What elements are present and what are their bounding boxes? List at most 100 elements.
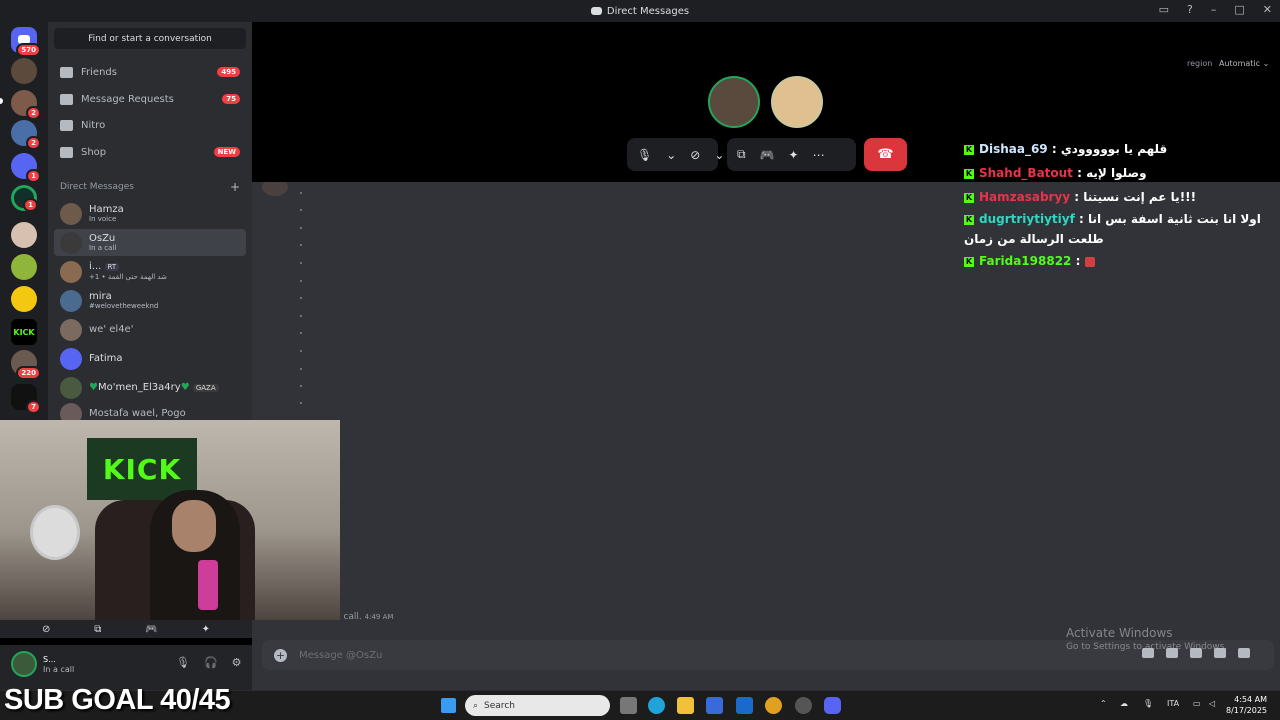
screen-share-icon[interactable]: ⧉ — [737, 147, 746, 162]
server-icon[interactable]: 7 — [11, 384, 41, 414]
server-badge: 2 — [26, 106, 41, 120]
dm-item[interactable]: Mostafa wael, Pogo — [54, 400, 246, 422]
camera-off-icon[interactable]: ⊘ — [690, 148, 700, 162]
screen-share-icon[interactable]: ⧉ — [94, 624, 101, 635]
edge-icon[interactable] — [648, 697, 665, 714]
user-status: In a call — [43, 665, 75, 674]
server-badge: 570 — [16, 43, 41, 57]
dm-header: Direct Messages — [60, 182, 134, 192]
dm-name: Hamza — [89, 203, 124, 215]
nav-nitro[interactable]: Nitro — [54, 113, 246, 137]
chat-user: Shahd_Batout — [979, 166, 1073, 180]
participant-avatar[interactable] — [708, 76, 760, 128]
chrome-icon[interactable] — [765, 697, 782, 714]
webcam-overlay: KICK — [0, 420, 340, 620]
dm-item[interactable]: we' el4e' — [54, 316, 246, 343]
participant-avatar[interactable] — [771, 76, 823, 128]
server-badge: 2 — [26, 136, 41, 150]
dm-status: #welovetheweeknd — [89, 301, 159, 310]
server-icon[interactable]: 220 — [11, 350, 41, 380]
headphones-icon[interactable]: 🎧 — [204, 656, 218, 669]
outlook-icon[interactable] — [736, 697, 753, 714]
dm-name: Fatima — [89, 353, 123, 364]
file-explorer-icon[interactable] — [677, 697, 694, 714]
chat-line: K Shahd_Batout : وصلوا لإيه — [964, 166, 1147, 180]
obs-icon[interactable] — [795, 697, 812, 714]
maximize-button[interactable]: □ — [1234, 3, 1244, 16]
chat-user: Farida198822 — [979, 254, 1072, 268]
dm-item[interactable]: i... RT +1 • شد الهمة حتى القمة — [54, 258, 246, 285]
discord-icon — [590, 7, 602, 15]
inbox-icon[interactable]: ▭ — [1159, 3, 1169, 16]
soundboard-icon[interactable]: ✦ — [202, 624, 210, 635]
close-button[interactable]: ✕ — [1263, 3, 1272, 16]
region-select[interactable]: Automatic ⌄ — [1219, 59, 1269, 68]
task-view-icon[interactable] — [620, 697, 637, 714]
chevron-down-icon[interactable]: ⌄ — [714, 148, 724, 162]
rt-tag: RT — [104, 263, 120, 271]
taskbar-search[interactable]: ⌕ Search — [465, 695, 610, 716]
server-icon[interactable] — [11, 254, 37, 280]
divider-dot — [300, 402, 302, 404]
clock[interactable]: 4:54 AM 8/17/2025 — [1226, 694, 1267, 716]
window-title: Direct Messages — [606, 5, 690, 17]
chevron-down-icon[interactable]: ⌄ — [666, 148, 676, 162]
discord-taskbar-icon[interactable] — [824, 697, 841, 714]
create-dm-icon[interactable]: + — [230, 180, 240, 194]
activate-windows-watermark: Activate Windows Go to Settings to activ… — [1066, 626, 1227, 652]
chat-user: Dishaa_69 — [979, 142, 1048, 156]
divider-dot — [300, 262, 302, 264]
friends-icon — [60, 66, 73, 78]
dm-item[interactable]: mira #welovetheweeknd — [54, 287, 246, 314]
apps-icon[interactable] — [1238, 648, 1250, 658]
dm-item[interactable]: Hamza In voice — [54, 200, 246, 227]
kick-server-icon[interactable]: KICK — [11, 319, 37, 345]
dm-item[interactable]: Fatima — [54, 345, 246, 372]
server-icon[interactable]: 2 — [11, 120, 41, 150]
camera-off-icon[interactable]: ⊘ — [42, 624, 50, 635]
dm-name: we' el4e' — [89, 324, 134, 335]
minimize-button[interactable]: – — [1211, 3, 1217, 16]
store-icon[interactable] — [706, 697, 723, 714]
mic-tray-icon[interactable]: 🎙 — [1143, 699, 1153, 708]
region-label: region — [1187, 59, 1213, 68]
volume-icon[interactable]: ◁ — [1209, 699, 1215, 708]
microphone-icon[interactable]: 🎙 — [176, 656, 190, 669]
soundboard-icon[interactable]: ✦ — [789, 148, 799, 162]
server-icon[interactable] — [11, 286, 37, 312]
add-attachment-icon[interactable]: + — [274, 648, 287, 662]
settings-gear-icon[interactable]: ⚙ — [232, 656, 242, 669]
server-icon[interactable] — [11, 222, 37, 248]
server-icon[interactable]: 1 — [11, 185, 38, 212]
avatar — [60, 260, 82, 283]
microphone-icon[interactable]: 🎙 — [637, 148, 652, 162]
onedrive-icon[interactable]: ☁ — [1120, 699, 1128, 708]
dm-item[interactable]: ♥Mo'men_El3a4ry♥ GAZA — [54, 374, 246, 401]
activity-icon[interactable]: 🎮 — [760, 148, 775, 162]
end-call-button[interactable]: ☎ — [864, 138, 907, 171]
divider-dot — [300, 385, 302, 387]
sub-goal-overlay: SUB GOAL 40/45 — [4, 684, 231, 716]
avatar[interactable] — [11, 651, 37, 677]
nitro-icon — [60, 119, 73, 131]
tray-chevron-icon[interactable]: ⌃ — [1100, 699, 1107, 708]
find-conversation-button[interactable]: Find or start a conversation — [54, 28, 246, 49]
start-icon[interactable] — [441, 698, 456, 713]
home-button[interactable]: 570 — [11, 27, 41, 57]
network-icon[interactable]: ▭ — [1193, 699, 1201, 708]
nav-friends[interactable]: Friends 495 — [54, 60, 246, 84]
help-icon[interactable]: ? — [1187, 3, 1193, 16]
server-icon[interactable]: 2 — [11, 90, 41, 120]
dm-item-selected[interactable]: OsZu In a call — [54, 229, 246, 256]
server-icon[interactable]: 1 — [11, 153, 41, 183]
nav-message-requests[interactable]: Message Requests 75 — [54, 87, 246, 111]
activity-icon[interactable]: 🎮 — [145, 624, 157, 635]
divider-dot — [300, 192, 302, 194]
title-bar: Direct Messages ▭ ? – □ ✕ — [0, 0, 1280, 22]
dm-name: mira — [89, 290, 112, 302]
more-icon[interactable]: ⋯ — [813, 148, 825, 162]
language-indicator[interactable]: ITA — [1167, 699, 1179, 708]
server-icon[interactable] — [11, 58, 37, 84]
dm-sidebar: Find or start a conversation Friends 495 … — [48, 22, 252, 422]
nav-shop[interactable]: Shop NEW — [54, 140, 246, 164]
